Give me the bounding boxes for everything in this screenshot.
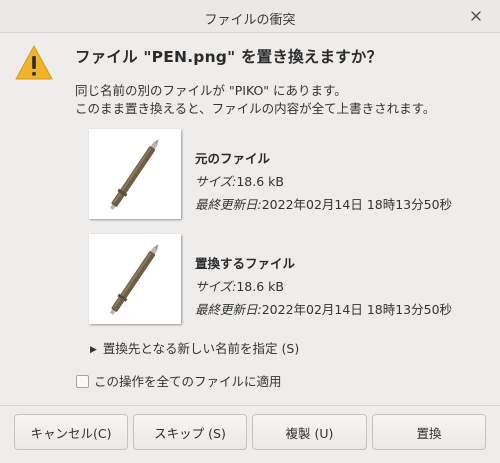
apply-all-label[interactable]: この操作を全てのファイルに適用 bbox=[94, 374, 282, 389]
size-label: サイズ: bbox=[195, 174, 237, 189]
footer-divider bbox=[0, 405, 500, 406]
size-label: サイズ: bbox=[195, 279, 237, 294]
conflict-dialog: ファイルの衝突 ファイル "PEN.png" を置き換えますか？ 同じ名前の別の… bbox=[0, 0, 500, 463]
rename-expander[interactable]: ▶ 置換先となる新しい名前を指定 (S) bbox=[90, 338, 299, 357]
apply-all-checkbox[interactable] bbox=[76, 375, 89, 388]
title-bar: ファイルの衝突 bbox=[0, 0, 500, 33]
replace-button[interactable]: 置換 bbox=[372, 414, 486, 450]
replacement-file-title: 置換するファイル bbox=[195, 256, 296, 271]
modified-label: 最終更新日: bbox=[195, 302, 262, 317]
copy-button[interactable]: 複製 (U) bbox=[252, 414, 367, 450]
original-file-title: 元のファイル bbox=[195, 151, 271, 166]
pen-image bbox=[109, 244, 159, 315]
dialog-description-line2: このまま置き換えると、ファイルの内容が全て上書きされます。 bbox=[75, 101, 436, 116]
triangle-right-icon: ▶ bbox=[90, 345, 97, 355]
replacement-file-thumbnail bbox=[89, 234, 181, 324]
apply-all-row[interactable]: この操作を全てのファイルに適用 bbox=[76, 371, 282, 390]
dialog-heading: ファイル "PEN.png" を置き換えますか？ bbox=[75, 48, 383, 66]
size-value: 18.6 kB bbox=[236, 174, 284, 189]
cancel-button[interactable]: キャンセル(C) bbox=[14, 414, 128, 450]
modified-label: 最終更新日: bbox=[195, 197, 262, 212]
close-icon[interactable] bbox=[468, 8, 484, 24]
modified-value: 2022年02月14日 18時13分50秒 bbox=[261, 302, 453, 317]
window-title: ファイルの衝突 bbox=[204, 13, 296, 28]
rename-expander-label: 置換先となる新しい名前を指定 (S) bbox=[102, 341, 300, 356]
warning-icon bbox=[15, 45, 53, 80]
size-value: 18.6 kB bbox=[236, 279, 284, 294]
dialog-description-line1: 同じ名前の別のファイルが "PIKO" にあります。 bbox=[75, 83, 347, 98]
original-file-thumbnail bbox=[89, 129, 181, 219]
modified-value: 2022年02月14日 18時13分50秒 bbox=[261, 197, 453, 212]
original-file-info: 元のファイル サイズ:18.6 kB 最終更新日:2022年02月14日 18時… bbox=[195, 148, 452, 213]
pen-image bbox=[109, 139, 159, 210]
replacement-file-info: 置換するファイル サイズ:18.6 kB 最終更新日:2022年02月14日 1… bbox=[195, 253, 452, 318]
skip-button[interactable]: スキップ (S) bbox=[133, 414, 247, 450]
